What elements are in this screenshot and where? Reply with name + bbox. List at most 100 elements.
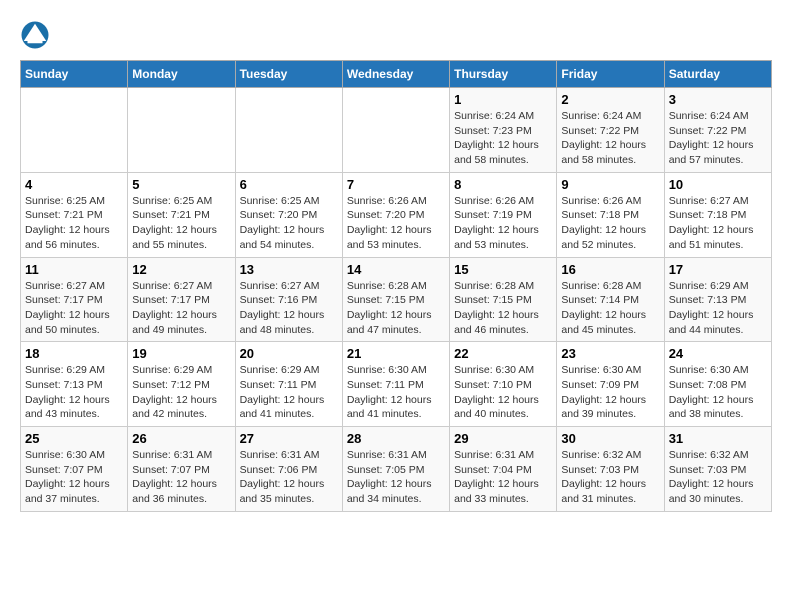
page-header (20, 20, 772, 50)
calendar-day-cell: 9 Sunrise: 6:26 AM Sunset: 7:18 PM Daylig… (557, 172, 664, 257)
day-info: Sunrise: 6:27 AM Sunset: 7:16 PM Dayligh… (240, 279, 338, 338)
calendar-day-cell: 15 Sunrise: 6:28 AM Sunset: 7:15 PM Dayli… (450, 257, 557, 342)
day-number: 28 (347, 431, 445, 446)
calendar-week-1: 1Sunrise: 6:24 AM Sunset: 7:23 PM Daylig… (21, 88, 772, 173)
calendar-day-cell: 6 Sunrise: 6:25 AM Sunset: 7:20 PM Daylig… (235, 172, 342, 257)
day-number: 19 (132, 346, 230, 361)
calendar-day-cell: 11 Sunrise: 6:27 AM Sunset: 7:17 PM Dayli… (21, 257, 128, 342)
day-number: 7 (347, 177, 445, 192)
day-info: Sunrise: 6:29 AM Sunset: 7:11 PM Dayligh… (240, 363, 338, 422)
calendar-day-cell: 23 Sunrise: 6:30 AM Sunset: 7:09 PM Dayli… (557, 342, 664, 427)
calendar-table: SundayMondayTuesdayWednesdayThursdayFrid… (20, 60, 772, 512)
day-header-monday: Monday (128, 61, 235, 88)
calendar-day-cell: 20Sunrise: 6:29 AM Sunset: 7:11 PM Dayli… (235, 342, 342, 427)
calendar-day-cell: 29Sunrise: 6:31 AM Sunset: 7:04 PM Dayli… (450, 427, 557, 512)
day-number: 12 (132, 262, 230, 277)
day-number: 29 (454, 431, 552, 446)
day-header-thursday: Thursday (450, 61, 557, 88)
calendar-day-cell: 8 Sunrise: 6:26 AM Sunset: 7:19 PM Daylig… (450, 172, 557, 257)
calendar-day-cell: 5Sunrise: 6:25 AM Sunset: 7:21 PM Daylig… (128, 172, 235, 257)
day-info: Sunrise: 6:24 AM Sunset: 7:22 PM Dayligh… (669, 109, 767, 168)
calendar-week-5: 25 Sunrise: 6:30 AM Sunset: 7:07 PM Dayli… (21, 427, 772, 512)
day-info: Sunrise: 6:26 AM Sunset: 7:19 PM Dayligh… (454, 194, 552, 253)
day-number: 26 (132, 431, 230, 446)
day-number: 9 (561, 177, 659, 192)
calendar-day-cell: 31 Sunrise: 6:32 AM Sunset: 7:03 PM Dayli… (664, 427, 771, 512)
calendar-day-cell (21, 88, 128, 173)
calendar-day-cell: 2 Sunrise: 6:24 AM Sunset: 7:22 PM Daylig… (557, 88, 664, 173)
day-header-sunday: Sunday (21, 61, 128, 88)
day-number: 21 (347, 346, 445, 361)
calendar-day-cell: 17 Sunrise: 6:29 AM Sunset: 7:13 PM Dayli… (664, 257, 771, 342)
calendar-day-cell: 19 Sunrise: 6:29 AM Sunset: 7:12 PM Dayli… (128, 342, 235, 427)
day-number: 22 (454, 346, 552, 361)
day-info: Sunrise: 6:24 AM Sunset: 7:23 PM Dayligh… (454, 109, 552, 168)
day-number: 8 (454, 177, 552, 192)
day-info: Sunrise: 6:27 AM Sunset: 7:17 PM Dayligh… (25, 279, 123, 338)
day-header-friday: Friday (557, 61, 664, 88)
calendar-day-cell: 16 Sunrise: 6:28 AM Sunset: 7:14 PM Dayli… (557, 257, 664, 342)
calendar-day-cell: 25 Sunrise: 6:30 AM Sunset: 7:07 PM Dayli… (21, 427, 128, 512)
calendar-day-cell (342, 88, 449, 173)
calendar-week-3: 11 Sunrise: 6:27 AM Sunset: 7:17 PM Dayli… (21, 257, 772, 342)
day-info: Sunrise: 6:31 AM Sunset: 7:06 PM Dayligh… (240, 448, 338, 507)
day-info: Sunrise: 6:29 AM Sunset: 7:12 PM Dayligh… (132, 363, 230, 422)
day-number: 23 (561, 346, 659, 361)
day-number: 2 (561, 92, 659, 107)
day-number: 14 (347, 262, 445, 277)
day-number: 3 (669, 92, 767, 107)
day-info: Sunrise: 6:29 AM Sunset: 7:13 PM Dayligh… (669, 279, 767, 338)
calendar-day-cell: 27 Sunrise: 6:31 AM Sunset: 7:06 PM Dayli… (235, 427, 342, 512)
day-number: 15 (454, 262, 552, 277)
day-info: Sunrise: 6:30 AM Sunset: 7:08 PM Dayligh… (669, 363, 767, 422)
day-number: 25 (25, 431, 123, 446)
day-info: Sunrise: 6:28 AM Sunset: 7:14 PM Dayligh… (561, 279, 659, 338)
day-number: 11 (25, 262, 123, 277)
day-number: 17 (669, 262, 767, 277)
day-number: 24 (669, 346, 767, 361)
day-header-saturday: Saturday (664, 61, 771, 88)
day-number: 10 (669, 177, 767, 192)
day-info: Sunrise: 6:30 AM Sunset: 7:09 PM Dayligh… (561, 363, 659, 422)
calendar-day-cell (128, 88, 235, 173)
day-header-tuesday: Tuesday (235, 61, 342, 88)
day-info: Sunrise: 6:31 AM Sunset: 7:07 PM Dayligh… (132, 448, 230, 507)
day-info: Sunrise: 6:30 AM Sunset: 7:11 PM Dayligh… (347, 363, 445, 422)
day-header-wednesday: Wednesday (342, 61, 449, 88)
day-info: Sunrise: 6:32 AM Sunset: 7:03 PM Dayligh… (561, 448, 659, 507)
day-number: 18 (25, 346, 123, 361)
day-number: 30 (561, 431, 659, 446)
day-info: Sunrise: 6:30 AM Sunset: 7:10 PM Dayligh… (454, 363, 552, 422)
calendar-day-cell: 18 Sunrise: 6:29 AM Sunset: 7:13 PM Dayli… (21, 342, 128, 427)
day-info: Sunrise: 6:26 AM Sunset: 7:18 PM Dayligh… (561, 194, 659, 253)
calendar-day-cell: 22 Sunrise: 6:30 AM Sunset: 7:10 PM Dayli… (450, 342, 557, 427)
day-number: 16 (561, 262, 659, 277)
day-info: Sunrise: 6:31 AM Sunset: 7:05 PM Dayligh… (347, 448, 445, 507)
day-number: 27 (240, 431, 338, 446)
calendar-day-cell: 30 Sunrise: 6:32 AM Sunset: 7:03 PM Dayli… (557, 427, 664, 512)
calendar-day-cell: 12 Sunrise: 6:27 AM Sunset: 7:17 PM Dayli… (128, 257, 235, 342)
day-number: 5 (132, 177, 230, 192)
calendar-day-cell (235, 88, 342, 173)
calendar-day-cell: 13 Sunrise: 6:27 AM Sunset: 7:16 PM Dayli… (235, 257, 342, 342)
day-info: Sunrise: 6:25 AM Sunset: 7:20 PM Dayligh… (240, 194, 338, 253)
calendar-day-cell: 3 Sunrise: 6:24 AM Sunset: 7:22 PM Daylig… (664, 88, 771, 173)
day-number: 6 (240, 177, 338, 192)
calendar-header-row: SundayMondayTuesdayWednesdayThursdayFrid… (21, 61, 772, 88)
calendar-day-cell: 4Sunrise: 6:25 AM Sunset: 7:21 PM Daylig… (21, 172, 128, 257)
day-info: Sunrise: 6:24 AM Sunset: 7:22 PM Dayligh… (561, 109, 659, 168)
day-info: Sunrise: 6:29 AM Sunset: 7:13 PM Dayligh… (25, 363, 123, 422)
day-number: 13 (240, 262, 338, 277)
day-number: 31 (669, 431, 767, 446)
day-info: Sunrise: 6:30 AM Sunset: 7:07 PM Dayligh… (25, 448, 123, 507)
day-info: Sunrise: 6:32 AM Sunset: 7:03 PM Dayligh… (669, 448, 767, 507)
calendar-week-4: 18 Sunrise: 6:29 AM Sunset: 7:13 PM Dayli… (21, 342, 772, 427)
calendar-day-cell: 1Sunrise: 6:24 AM Sunset: 7:23 PM Daylig… (450, 88, 557, 173)
calendar-day-cell: 21 Sunrise: 6:30 AM Sunset: 7:11 PM Dayli… (342, 342, 449, 427)
day-info: Sunrise: 6:27 AM Sunset: 7:17 PM Dayligh… (132, 279, 230, 338)
calendar-day-cell: 10Sunrise: 6:27 AM Sunset: 7:18 PM Dayli… (664, 172, 771, 257)
calendar-day-cell: 7Sunrise: 6:26 AM Sunset: 7:20 PM Daylig… (342, 172, 449, 257)
day-info: Sunrise: 6:28 AM Sunset: 7:15 PM Dayligh… (454, 279, 552, 338)
calendar-day-cell: 14Sunrise: 6:28 AM Sunset: 7:15 PM Dayli… (342, 257, 449, 342)
logo-icon (20, 20, 50, 50)
